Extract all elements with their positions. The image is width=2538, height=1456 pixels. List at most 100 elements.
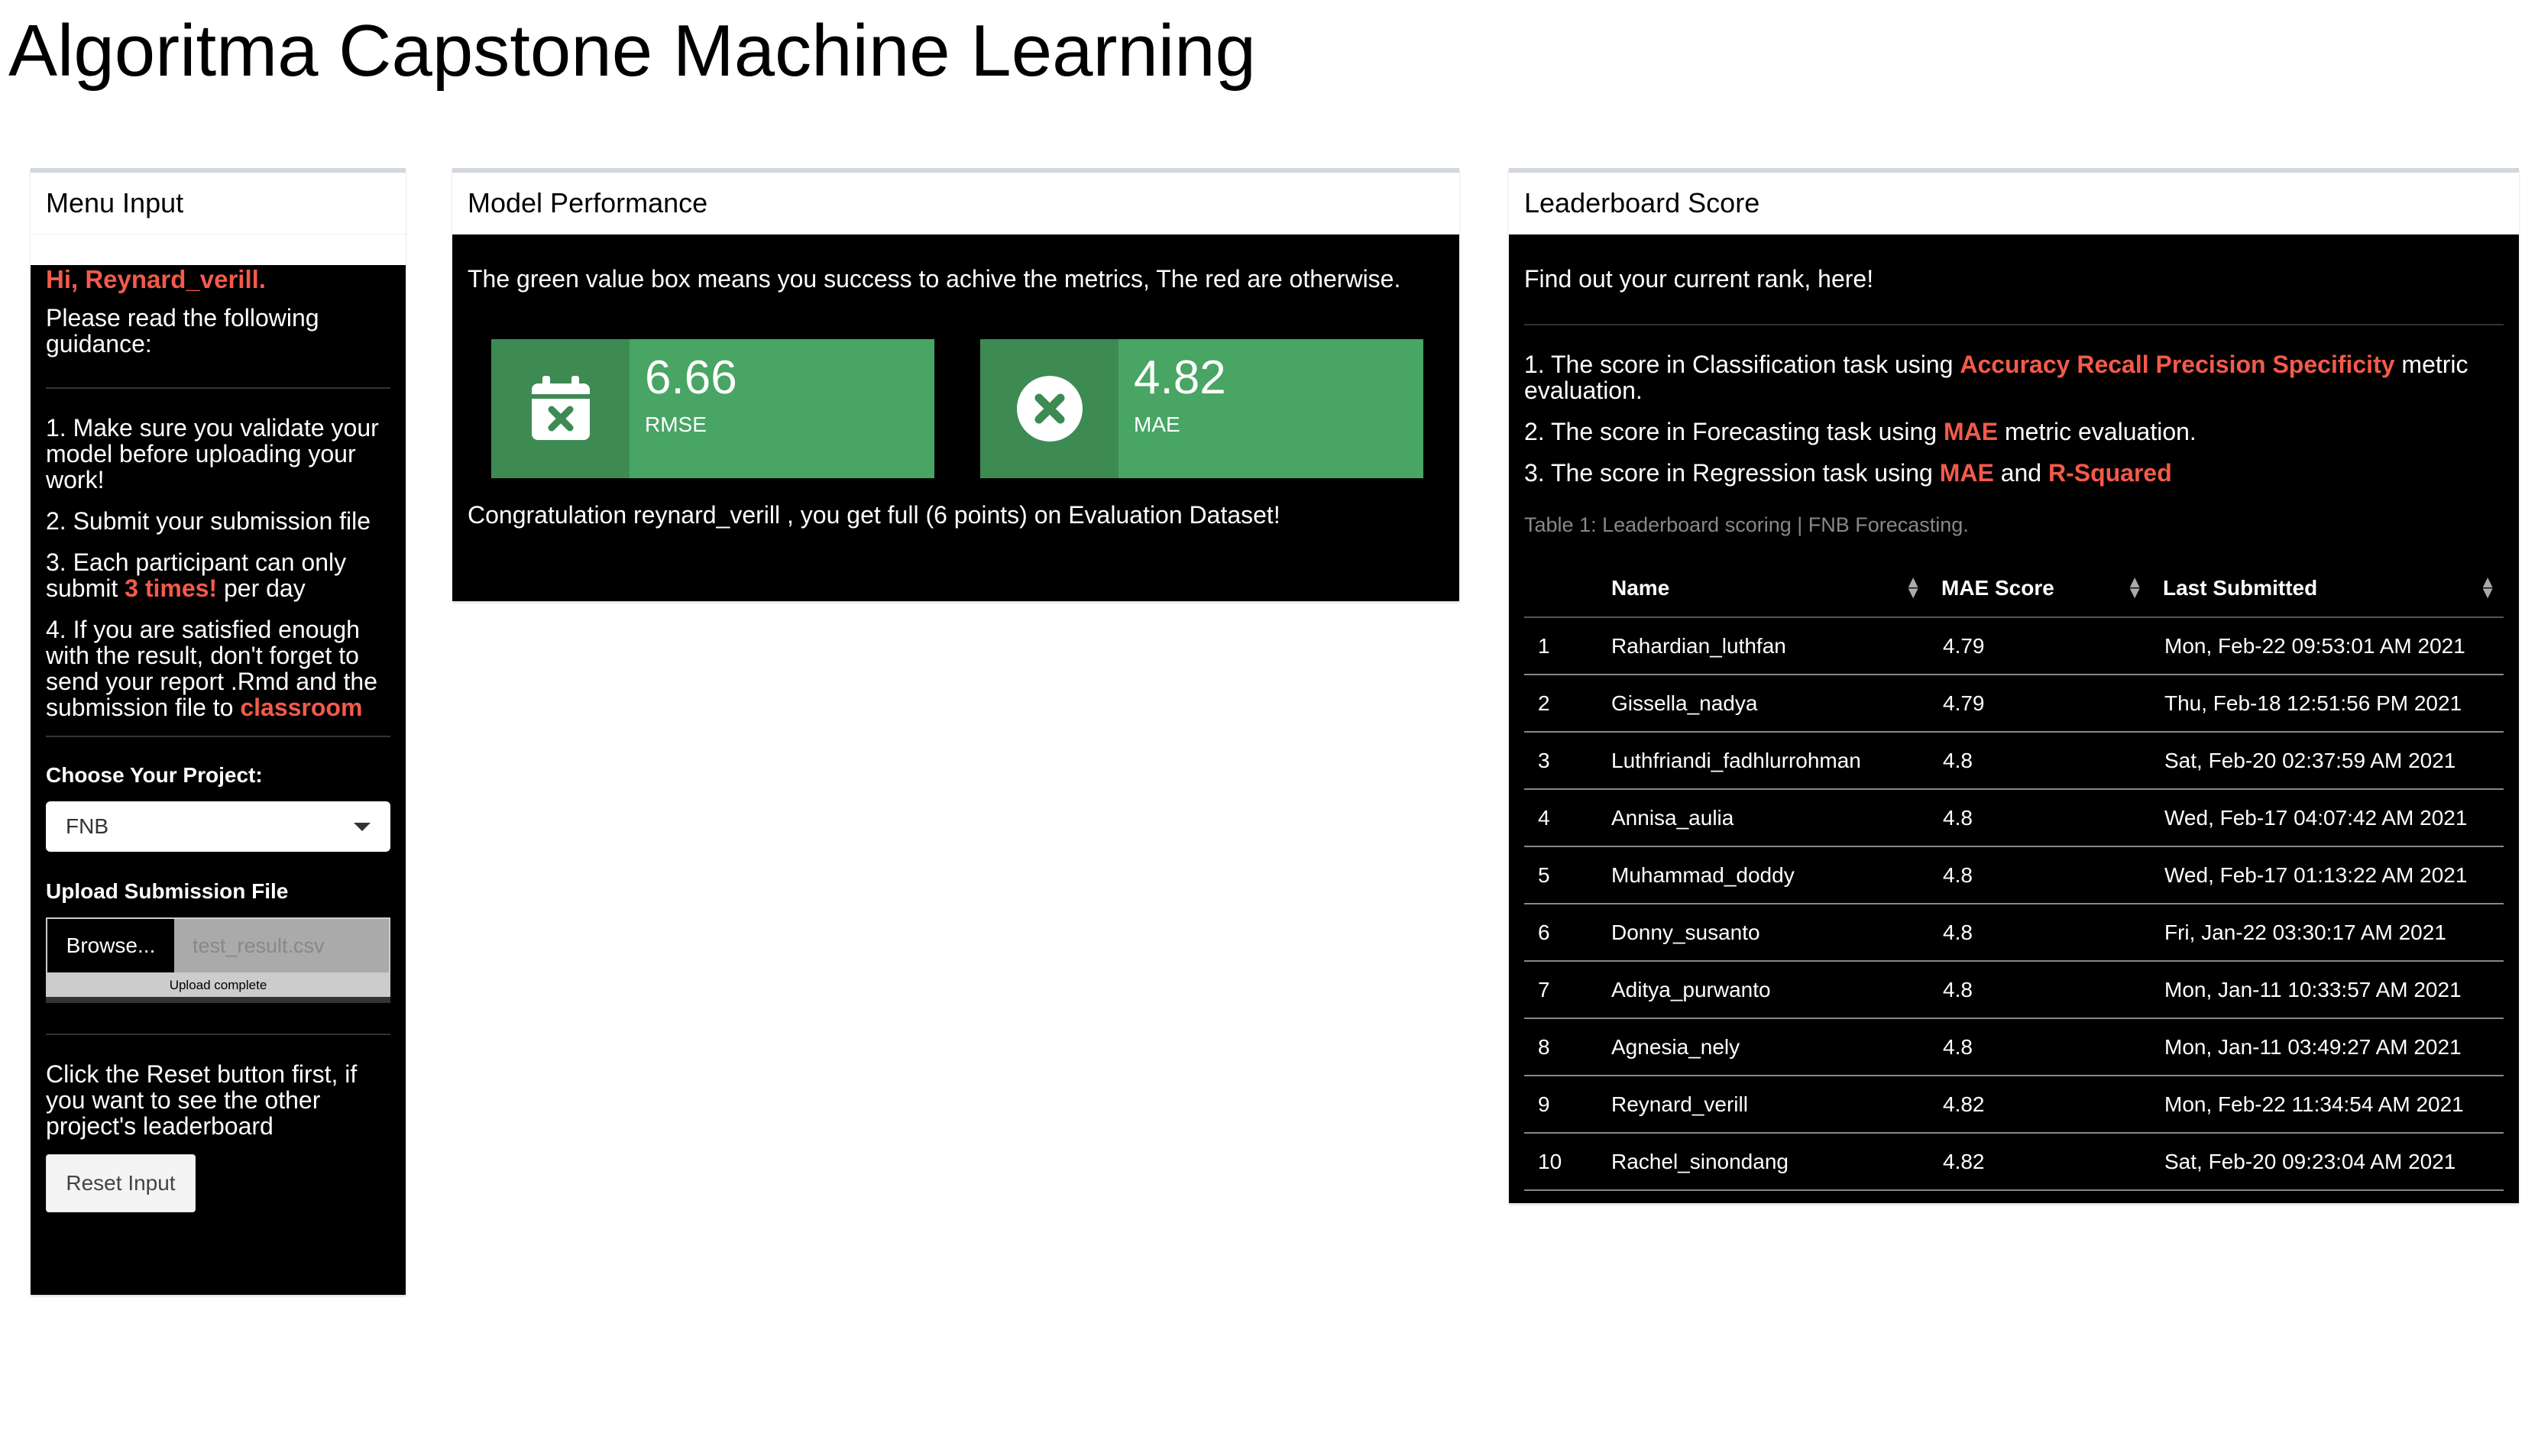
name-cell: Aditya_purwanto [1598,961,1929,1019]
rmse-label: RMSE [645,413,707,436]
greeting: Hi, Reynard_verill. [46,265,266,293]
file-name-field[interactable]: test_result.csv [174,917,390,974]
browse-button[interactable]: Browse... [46,917,174,974]
mae-score-cell: 4.8 [1929,904,2151,962]
rank-cell: 1 [1524,617,1598,675]
table-row: 6 Donny_susanto 4.8 Fri, Jan-22 03:30:17 AM… [1524,904,2504,962]
sort-icon: ▲ ▼ [1905,572,1921,602]
classroom-highlight: classroom [240,694,363,721]
project-select[interactable]: FNB [46,801,390,852]
name-cell: Luthfriandi_fadhlurrohman [1598,732,1929,790]
table-row: 10 Rachel_sinondang 4.82 Sat, Feb-20 09:23:… [1524,1133,2504,1191]
submit-limit-highlight: 3 times! [125,574,218,602]
step-text: per day [217,574,306,602]
rank-cell: 10 [1524,1133,1598,1191]
last-submitted-cell: Sat, Feb-20 02:37:59 AM 2021 [2151,732,2504,790]
sort-icon: ▲ ▼ [2126,572,2143,602]
line-text: 3. The score in Regression task using [1524,459,1940,487]
last-submitted-cell: Mon, Jan-11 10:33:57 AM 2021 [2151,961,2504,1019]
value-box-text: 6.66 RMSE [630,339,753,478]
table-row: 3 Luthfriandi_fadhlurrohman 4.8 Sat, Feb-20… [1524,732,2504,790]
times-circle-icon [980,339,1118,478]
column-header-last-submitted[interactable]: Last Submitted ▲ ▼ [2151,560,2504,618]
metric-highlight: Accuracy Recall Precision Specificity [1960,351,2395,378]
column-header-label: MAE Score [1941,576,2054,600]
rank-cell: 4 [1524,789,1598,847]
project-select-value: FNB [66,814,108,838]
mae-score-cell: 4.82 [1929,1076,2151,1134]
name-cell: Rachel_sinondang [1598,1133,1929,1191]
metric-highlight: MAE [1939,459,1994,487]
reset-note: Click the Reset button first, if you wan… [46,1060,358,1140]
mae-score-cell: 4.8 [1929,1018,2151,1076]
last-submitted-cell: Wed, Feb-17 01:13:22 AM 2021 [2151,846,2504,904]
mae-score-cell: 4.79 [1929,617,2151,675]
mae-score-cell: 4.79 [1929,675,2151,733]
panel-header: Menu Input [31,173,406,235]
file-upload: Browse... test_result.csv [46,917,390,974]
guidance-step-1: 1. Make sure you validate your model bef… [46,414,379,493]
value-box-row: 6.66 RMSE 4.82 MAE [491,339,1444,478]
name-cell: Muhammad_doddy [1598,846,1929,904]
rmse-value-box: 6.66 RMSE [491,339,934,478]
name-cell: Rahardian_luthfan [1598,617,1929,675]
rank-cell: 5 [1524,846,1598,904]
reset-input-button[interactable]: Reset Input [46,1154,196,1212]
column-header-index [1524,560,1598,618]
column-header-name[interactable]: Name ▲ ▼ [1598,560,1929,618]
name-cell: Agnesia_nely [1598,1018,1929,1076]
guidance-intro: Please read the following guidance: [46,304,319,358]
column-header-mae[interactable]: MAE Score ▲ ▼ [1929,560,2151,618]
name-cell: Annisa_aulia [1598,789,1929,847]
table-row: 7 Aditya_purwanto 4.8 Mon, Jan-11 10:33:57 … [1524,961,2504,1019]
line-text: metric evaluation. [1998,418,2196,445]
rmse-value: 6.66 [645,351,737,404]
rank-cell: 7 [1524,961,1598,1019]
divider [1524,324,2504,325]
column-header-label: Name [1611,576,1670,600]
metric-highlight: MAE [1944,418,1999,445]
last-submitted-cell: Thu, Feb-18 12:51:56 PM 2021 [2151,675,2504,733]
calendar-x-icon [491,339,630,478]
rank-cell: 6 [1524,904,1598,962]
last-submitted-cell: Mon, Feb-22 11:34:54 AM 2021 [2151,1076,2504,1134]
name-cell: Reynard_verill [1598,1076,1929,1134]
last-submitted-cell: Mon, Feb-22 09:53:01 AM 2021 [2151,617,2504,675]
table-row: 5 Muhammad_doddy 4.8 Wed, Feb-17 01:13:22 A… [1524,846,2504,904]
app-title: Algoritma Capstone Machine Learning [8,10,1256,92]
line-text: and [1993,459,2048,487]
table-row: 8 Agnesia_nely 4.8 Mon, Jan-11 03:49:27 AM … [1524,1018,2504,1076]
divider [46,387,390,389]
table-header-row: Name ▲ ▼ MAE Score ▲ ▼ Last Submitted ▲ ▼ [1524,560,2504,618]
leaderboard-panel: Leaderboard Score Find out your current … [1509,168,2519,1203]
panel-body: Find out your current rank, here! 1. The… [1509,235,2519,1203]
rank-cell: 3 [1524,732,1598,790]
table-row: 2 Gissella_nadya 4.79 Thu, Feb-18 12:51:56 … [1524,675,2504,733]
score-line-2: 2. The score in Forecasting task using M… [1524,419,2504,445]
mae-value: 4.82 [1134,351,1226,404]
project-label: Choose Your Project: [46,763,263,787]
rank-cell: 9 [1524,1076,1598,1134]
last-submitted-cell: Sat, Feb-20 09:23:04 AM 2021 [2151,1133,2504,1191]
line-text: 1. The score in Classification task usin… [1524,351,1960,378]
metric-highlight: R-Squared [2048,459,2172,487]
last-submitted-cell: Fri, Jan-22 03:30:17 AM 2021 [2151,904,2504,962]
value-box-text: 4.82 MAE [1118,339,1241,478]
mae-score-cell: 4.8 [1929,732,2151,790]
divider [46,736,390,737]
last-submitted-cell: Wed, Feb-17 04:07:42 AM 2021 [2151,789,2504,847]
rank-cell: 8 [1524,1018,1598,1076]
line-text: 2. The score in Forecasting task using [1524,418,1944,445]
rank-cell: 2 [1524,675,1598,733]
score-line-1: 1. The score in Classification task usin… [1524,351,2504,403]
upload-label: Upload Submission File [46,879,289,903]
guidance-step-2: 2. Submit your submission file [46,507,371,535]
column-header-label: Last Submitted [2163,576,2318,600]
leaderboard-table: Name ▲ ▼ MAE Score ▲ ▼ Last Submitted ▲ ▼ 1 Rah… [1524,560,2504,1191]
chevron-down-icon [354,822,371,831]
mae-score-cell: 4.8 [1929,961,2151,1019]
mae-score-cell: 4.82 [1929,1133,2151,1191]
mae-label: MAE [1134,413,1180,436]
last-submitted-cell: Mon, Jan-11 03:49:27 AM 2021 [2151,1018,2504,1076]
table-body: 1 Rahardian_luthfan 4.79 Mon, Feb-22 09:53:… [1524,617,2504,1191]
